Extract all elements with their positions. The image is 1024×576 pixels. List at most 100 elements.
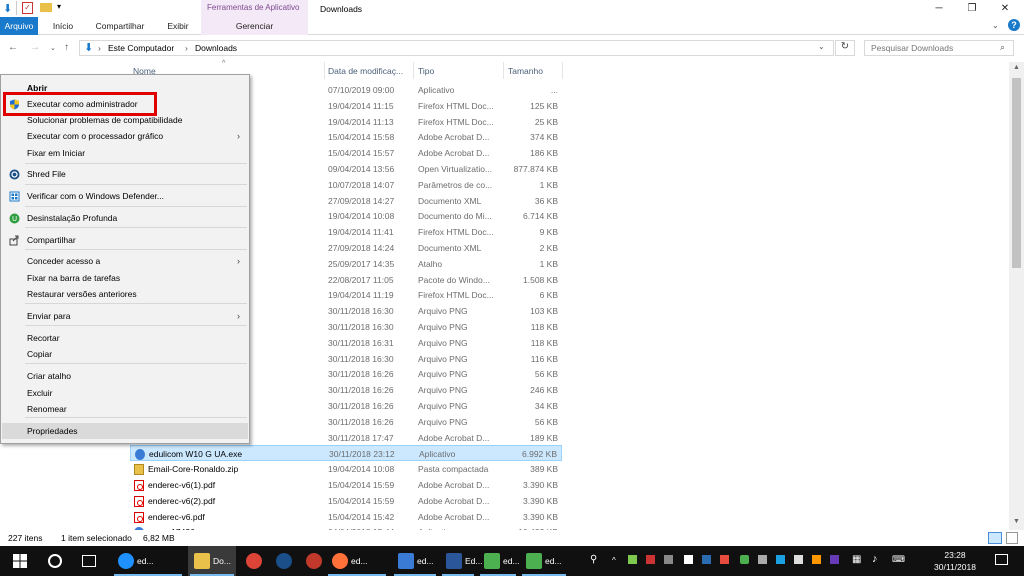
nvidia-icon[interactable] — [740, 555, 749, 564]
quick-access-down-arrow-icon[interactable]: ⬇ — [3, 2, 12, 15]
tray-app-icon[interactable] — [794, 555, 803, 564]
menu-item-fixar-na-barra-de-tarefas[interactable]: Fixar na barra de tarefas — [2, 270, 248, 286]
language-icon[interactable]: ⌨ — [892, 554, 905, 565]
close-button[interactable]: ✕ — [988, 0, 1022, 17]
file-date: 19/04/2014 10:08 — [328, 211, 395, 222]
breadcrumb-downloads[interactable]: Downloads — [195, 43, 237, 53]
menu-item-enviar-para[interactable]: Enviar para › — [2, 308, 248, 324]
tray-app-icon[interactable] — [830, 555, 839, 564]
column-header-size[interactable]: Tamanho — [508, 66, 543, 76]
minimize-button[interactable]: ─ — [922, 0, 956, 17]
refresh-button[interactable]: ↻ — [835, 40, 855, 56]
menu-item-propriedades[interactable]: Propriedades — [2, 423, 248, 439]
column-separator[interactable] — [324, 62, 325, 79]
tray-app-icon[interactable] — [646, 555, 655, 564]
menu-item-compartilhar[interactable]: Compartilhar — [2, 232, 248, 248]
tray-app-icon[interactable] — [758, 555, 767, 564]
up-arrow-icon[interactable]: ↑ — [64, 42, 69, 53]
system-clock[interactable]: 23:28 30/11/2018 — [930, 549, 980, 573]
tray-app-icon[interactable] — [684, 555, 693, 564]
file-row[interactable]: enderec-v6.pdf 15/04/2014 15:42 Adobe Acro… — [130, 509, 562, 525]
file-size: 125 KB — [530, 100, 558, 111]
app-red-icon — [306, 553, 322, 569]
file-row[interactable]: edulicom W10 G UA.exe 30/11/2018 23:12 Apl… — [130, 445, 562, 462]
tray-app-icon[interactable] — [720, 555, 729, 564]
people-icon[interactable]: ⚲ — [590, 554, 597, 565]
menu-item-executar-com-o-processador-grafico[interactable]: Executar com o processador gráfico › — [2, 128, 248, 144]
start-button[interactable] — [0, 546, 40, 576]
tab-exibir[interactable]: Exibir — [160, 17, 196, 35]
menu-item-verificar-com-o-windows-defender[interactable]: Verificar com o Windows Defender... — [2, 188, 248, 204]
taskbar-app-label: ed... — [137, 556, 154, 566]
file-type: Documento XML — [418, 195, 482, 206]
taskbar-app-button[interactable]: ed... — [520, 546, 568, 576]
file-row[interactable]: enderec-v6(2).pdf 15/04/2014 15:59 Adobe A… — [130, 493, 562, 509]
menu-item-conceder-acesso-a[interactable]: Conceder acesso a › — [2, 253, 248, 269]
task-view-button[interactable] — [74, 546, 104, 576]
address-dropdown-chevron-icon[interactable]: ⌄ — [818, 42, 825, 51]
taskbar-app-button[interactable]: ed... — [112, 546, 184, 576]
file-type: Documento do Mi... — [418, 211, 492, 222]
expand-ribbon-icon[interactable]: ⌄ — [992, 21, 999, 30]
back-arrow-icon[interactable]: ← — [8, 42, 18, 53]
tray-app-icon[interactable] — [664, 555, 673, 564]
network-icon[interactable]: ▦ — [852, 554, 861, 565]
tray-app-icon[interactable] — [702, 555, 711, 564]
file-date: 15/04/2014 15:58 — [328, 132, 395, 143]
tab-compartilhar[interactable]: Compartilhar — [88, 17, 152, 35]
show-hidden-icons-icon[interactable]: ^ — [612, 556, 616, 565]
file-date: 07/10/2019 09:00 — [328, 85, 395, 95]
menu-item-copiar[interactable]: Copiar — [2, 346, 248, 362]
taskbar-app-button[interactable]: Ed... — [440, 546, 482, 576]
volume-icon[interactable]: ♪ — [872, 553, 878, 565]
taskbar-app-button[interactable] — [300, 546, 324, 576]
recent-locations-chevron-icon[interactable]: ⌄ — [50, 44, 56, 52]
menu-item-shred-file[interactable]: Shred File — [2, 166, 248, 182]
column-separator[interactable] — [562, 62, 563, 79]
scroll-up-icon[interactable]: ▲ — [1013, 64, 1020, 71]
menu-item-desinstalacao-profunda[interactable]: U Desinstalação Profunda — [2, 210, 248, 226]
file-row[interactable]: Email-Core-Ronaldo.zip 19/04/2014 10:08 Pa… — [130, 461, 562, 477]
help-icon[interactable]: ? — [1008, 19, 1020, 31]
search-input[interactable] — [864, 40, 1014, 56]
taskbar-app-button[interactable]: ed... — [392, 546, 438, 576]
column-header-date[interactable]: Data de modificaç... — [328, 66, 403, 76]
tab-gerenciar[interactable]: Gerenciar — [201, 17, 308, 35]
menu-item-restaurar-versoes-anteriores[interactable]: Restaurar versões anteriores — [2, 286, 248, 302]
menu-item-renomear[interactable]: Renomear — [2, 401, 248, 417]
tray-app-icon[interactable] — [812, 555, 821, 564]
column-separator[interactable] — [503, 62, 504, 79]
taskbar-app-button[interactable] — [270, 546, 298, 576]
taskbar-app-button[interactable]: ed... — [478, 546, 520, 576]
tray-app-icon[interactable] — [628, 555, 637, 564]
new-folder-quick-icon[interactable] — [40, 3, 52, 12]
large-icons-view-icon[interactable] — [1006, 532, 1018, 544]
file-date: 30/11/2018 16:26 — [328, 369, 394, 380]
action-center-icon[interactable] — [995, 554, 1008, 565]
tab-arquivo[interactable]: Arquivo — [0, 17, 38, 35]
menu-item-excluir[interactable]: Excluir — [2, 385, 248, 401]
file-type: Adobe Acrobat D... — [418, 432, 490, 443]
menu-item-fixar-em-iniciar[interactable]: Fixar em Iniciar — [2, 145, 248, 161]
tray-app-icon[interactable] — [776, 555, 785, 564]
vertical-scrollbar[interactable]: ▲ ▼ — [1009, 62, 1024, 530]
maximize-button[interactable]: ❐ — [955, 0, 989, 17]
customize-quick-access-icon[interactable]: ▾ — [57, 2, 61, 11]
menu-item-recortar[interactable]: Recortar — [2, 330, 248, 346]
address-bar[interactable]: ⬇ › Este Computador › Downloads ⌄ — [79, 40, 834, 56]
scrollbar-thumb[interactable] — [1012, 78, 1021, 268]
column-header-type[interactable]: Tipo — [418, 66, 434, 76]
scroll-down-icon[interactable]: ▼ — [1013, 518, 1020, 525]
file-row[interactable]: enderec-v6(1).pdf 15/04/2014 15:59 Adobe A… — [130, 477, 562, 493]
taskbar-app-button[interactable]: Do... — [188, 546, 236, 576]
menu-item-criar-atalho[interactable]: Criar atalho — [2, 368, 248, 384]
cortana-button[interactable] — [40, 546, 70, 576]
taskbar-app-button[interactable]: ed... — [326, 546, 388, 576]
column-separator[interactable] — [413, 62, 414, 79]
taskbar-app-button[interactable] — [240, 546, 268, 576]
breadcrumb-este-computador[interactable]: Este Computador — [108, 43, 174, 53]
forward-arrow-icon[interactable]: → — [30, 42, 40, 53]
details-view-icon[interactable] — [988, 532, 1002, 544]
properties-quick-icon[interactable]: ✓ — [22, 2, 33, 14]
tab-inicio[interactable]: Início — [45, 17, 81, 35]
